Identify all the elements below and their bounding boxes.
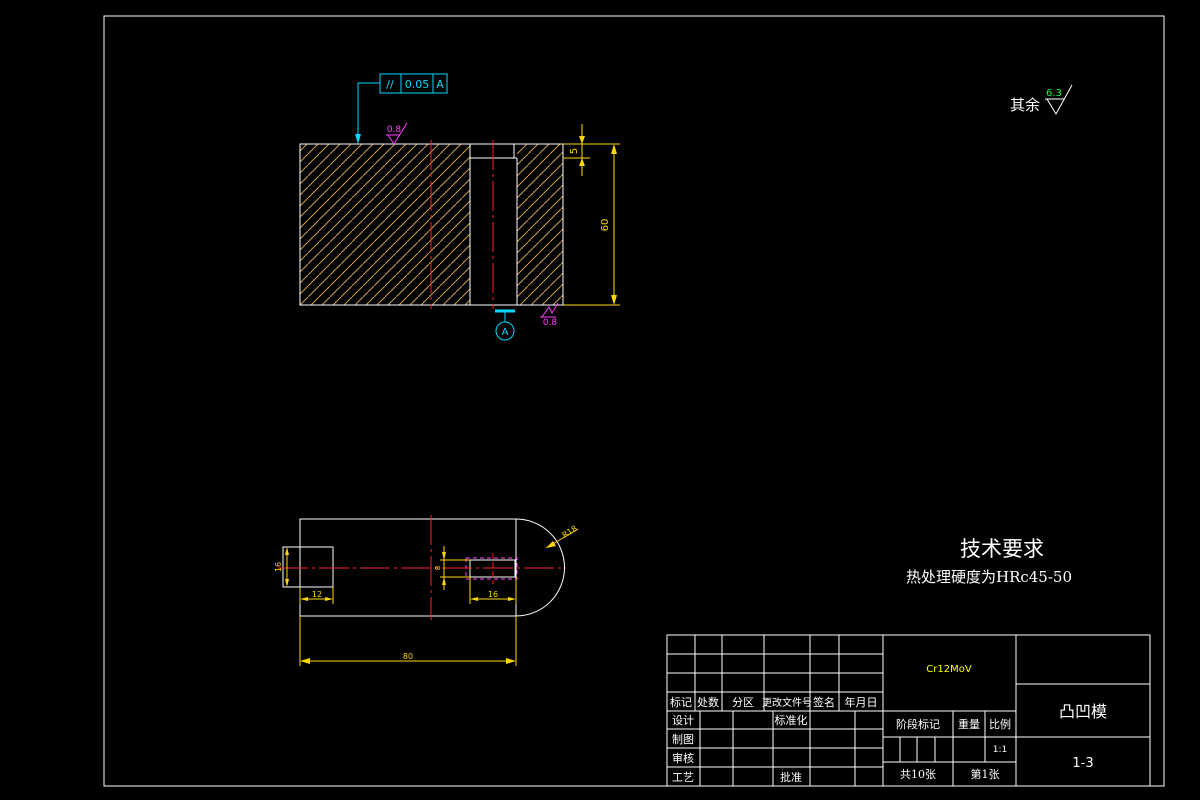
top-view: 80 12 16 16 8 R18	[274, 515, 579, 666]
tb-stage-mark: 阶段标记	[896, 717, 940, 731]
dim16h-text: 16	[488, 590, 498, 599]
dim16v-arrow-top	[285, 547, 289, 555]
dim5-arrow-bottom	[579, 158, 585, 166]
tb-header-change-doc: 更改文件号	[762, 696, 812, 709]
tolerance-value: 0.05	[405, 78, 430, 91]
dim5-text: 5	[569, 148, 580, 154]
dim5-arrow-top	[579, 136, 585, 144]
dim16v-arrow-bottom	[285, 579, 289, 587]
tb-weight: 重量	[958, 717, 980, 731]
rest-roughness-value: 6.3	[1046, 88, 1062, 99]
tolerance-leader-arrow	[355, 134, 361, 144]
roughness-bottom-value: 0.8	[543, 318, 558, 328]
tech-requirements-line1: 热处理硬度为HRc45-50	[906, 568, 1072, 586]
tb-header-zone: 分区	[732, 696, 754, 709]
rest-roughness-label: 其余	[1010, 96, 1040, 114]
tb-design: 设计	[672, 714, 694, 727]
tolerance-symbol: //	[386, 78, 394, 91]
tb-header-count: 处数	[697, 696, 719, 709]
dim12-text: 12	[312, 590, 322, 599]
dim16h-arrow-right	[508, 597, 516, 601]
dim60-text: 60	[600, 219, 611, 232]
datum-label: A	[502, 327, 509, 338]
top-left-boss	[282, 546, 334, 588]
tb-sheets-total: 共10张	[900, 768, 936, 781]
dim12-arrow-left	[300, 597, 308, 601]
tech-requirements-title: 技术要求	[960, 537, 1044, 561]
tolerance-leader	[357, 82, 380, 138]
tb-scale-label: 比例	[989, 717, 1011, 731]
tb-part-name: 凸凹模	[1059, 702, 1107, 721]
dim8-arrow-bottom	[442, 577, 446, 585]
front-hatch-left	[300, 144, 470, 305]
tb-header-mark: 标记	[670, 695, 692, 709]
tb-header-date: 年月日	[845, 695, 878, 709]
tb-approve: 批准	[780, 770, 802, 784]
tb-drawing-no: 1-3	[1072, 756, 1093, 771]
dim12-arrow-right	[325, 597, 333, 601]
dim60-arrow-top	[611, 144, 617, 154]
dim80-arrow-left	[300, 658, 310, 664]
tb-sheet-no: 第1张	[971, 767, 1000, 781]
radius-text: R18	[561, 524, 579, 540]
tb-header-signature: 签名	[813, 695, 835, 709]
front-view: 60 5 // 0.05 A 0.8 0.8 A	[299, 73, 620, 341]
tb-standardize: 标准化	[775, 713, 808, 727]
rest-roughness: 其余 6.3	[1010, 84, 1073, 116]
radius-arrow	[546, 541, 556, 548]
dim80-arrow-right	[506, 658, 516, 664]
title-block-text: 标记 处数 分区 更改文件号 签名 年月日 设计 标准化 制图 审核 工艺 批准…	[670, 664, 1107, 784]
cad-drawing-canvas: 60 5 // 0.05 A 0.8 0.8 A 80 12 16 16 8 R…	[103, 15, 1165, 787]
tb-scale-value: 1:1	[993, 745, 1007, 755]
dim16v-text: 16	[274, 562, 283, 572]
tech-requirements: 技术要求 热处理硬度为HRc45-50	[906, 537, 1072, 586]
dim80-text: 80	[403, 652, 413, 661]
front-hatch-top-step	[517, 144, 563, 158]
dim60-arrow-bottom	[611, 295, 617, 305]
tb-review: 审核	[672, 751, 694, 765]
dim8-text: 8	[434, 566, 442, 570]
drawing-border	[103, 15, 1165, 787]
tb-process: 工艺	[672, 771, 694, 784]
dim16h-arrow-left	[470, 597, 478, 601]
roughness-top-value: 0.8	[387, 125, 402, 135]
tolerance-datum: A	[436, 78, 444, 91]
tb-drafting: 制图	[672, 733, 694, 746]
dim8-arrow-top	[442, 552, 446, 560]
tb-material: Cr12MoV	[926, 664, 972, 675]
front-hatch-right	[517, 158, 563, 305]
